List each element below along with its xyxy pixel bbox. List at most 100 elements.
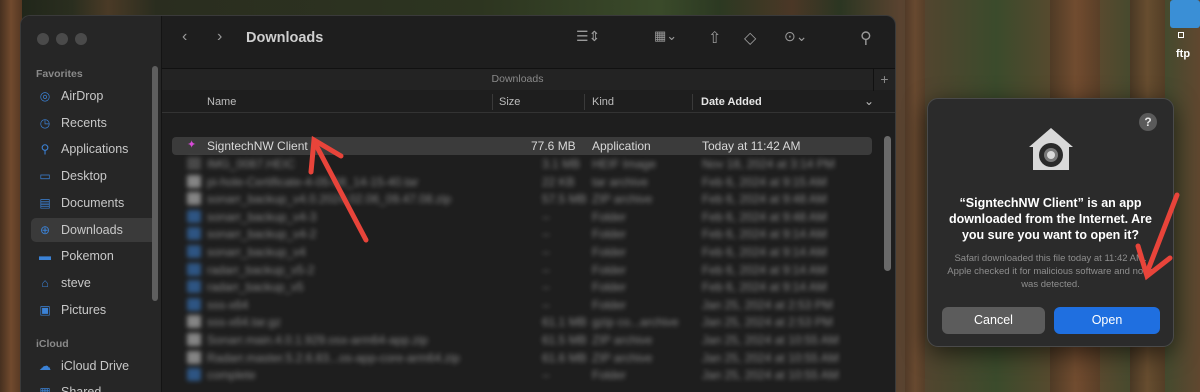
file-size: -- [542,245,550,259]
sidebar-item-applications[interactable]: ⚲ Applications [31,137,158,161]
sidebar-item-pokemon[interactable]: ▬ Pokemon [31,244,158,268]
file-name: sonarr_backup_v4-2 [207,227,317,242]
column-date-added[interactable]: Date Added [701,96,762,108]
file-kind: gzip co...archive [592,315,679,330]
file-row[interactable]: sonarr_backup_v4 -- Folder Feb 6, 2024 at 9… [172,243,872,261]
file-date: Feb 6, 2024 at 9:48 AM [702,209,827,224]
path-tab-label[interactable]: Downloads [162,73,873,85]
file-date: Feb 6, 2024 at 9:14 AM [702,245,827,259]
new-tab-icon[interactable]: + [873,69,895,91]
file-row-selected[interactable]: ✦ SigntechNW Client 77.6 MB Application … [172,137,872,155]
sidebar-item-steve[interactable]: ⌂ steve [31,271,158,295]
clock-icon: ◷ [39,115,51,130]
sidebar-item-label: Applications [61,142,129,157]
back-icon[interactable]: ‹ [182,28,187,46]
list-scrollbar[interactable] [884,136,891,271]
sidebar-item-pictures[interactable]: ▣ Pictures [31,298,158,322]
window-controls [37,33,87,45]
minimize-window-button[interactable] [56,33,68,45]
airdrop-icon: ◎ [39,89,51,103]
sidebar-item-documents[interactable]: ▤ Documents [31,191,158,215]
path-bar: Downloads + [162,68,895,91]
file-row[interactable]: sss-x64.tar.gz 61.1 MB gzip co...archive Ja… [172,313,872,331]
column-size[interactable]: Size [499,96,520,108]
file-list: Name Size Kind Date Added ⌄ ✦ SigntechNW… [162,91,895,392]
file-row[interactable]: sss-x64 -- Folder Jan 25, 2024 at 2:53 PM [172,296,872,314]
file-icon [187,315,201,329]
downloads-icon: ⊕ [39,222,51,237]
sidebar-item-label: Downloads [61,222,123,237]
desktop-ftp-label[interactable]: ftp [1176,48,1190,60]
share-icon[interactable]: ⇧ [708,28,721,48]
group-icon[interactable]: ▦⌄ [654,28,677,44]
file-date: Jan 25, 2024 at 2:53 PM [702,297,833,312]
file-date: Feb 6, 2024 at 9:14 AM [702,262,827,277]
sidebar-item-label: Documents [61,195,125,210]
cloud-icon: ☁ [39,359,51,373]
file-row[interactable]: pi-hole-Certificate-4-05-08_14-15-40.tar… [172,173,872,191]
document-icon: ▤ [39,195,51,210]
file-name: Sonarr.main.4.0.1.929.osx-arm64-app.zip [207,333,428,347]
app-icon: ✦ [187,139,197,151]
close-window-button[interactable] [37,33,49,45]
file-date: Feb 6, 2024 at 9:15 AM [702,174,827,189]
sidebar-scrollbar[interactable] [152,66,158,301]
file-kind: ZIP archive [592,350,653,365]
file-row[interactable]: IMG_0087.HEIC 3.1 MB HEIF Image Nov 18, 202… [172,155,872,173]
file-row[interactable]: radarr_backup_v5 -- Folder Feb 6, 2024 at 9… [172,278,872,296]
file-name: pi-hole-Certificate-4-05-08_14-15-40.tar [207,174,419,189]
sidebar-item-label: Pictures [61,302,107,317]
zoom-window-button[interactable] [75,33,87,45]
desktop-folder-icon[interactable] [1170,0,1200,28]
open-app-dialog: ? “SigntechNW Client” is an app download… [927,98,1174,347]
sidebar-item-label: Desktop [61,169,107,184]
more-actions-icon[interactable]: ⊙⌄ [784,28,807,45]
dialog-title: “SigntechNW Client” is an app downloaded… [948,196,1153,242]
file-date: Feb 6, 2024 at 9:48 AM [702,192,827,207]
file-row[interactable]: sonarr_backup_v4-2 -- Folder Feb 6, 2024 at… [172,225,872,243]
file-row[interactable]: Sonarr.main.4.0.1.929.osx-arm64-app.zip 6… [172,331,872,349]
sidebar-item-icloud-drive[interactable]: ☁ iCloud Drive [31,354,158,378]
file-name: sonarr_backup_v4-3 [207,209,317,224]
sidebar-item-downloads[interactable]: ⊕ Downloads [31,217,158,242]
file-row[interactable]: complete -- Folder Jan 25, 2024 at 10:55 AM [172,366,872,384]
sidebar-item-label: Shared [61,385,102,392]
file-row[interactable]: sonarr_backup_v4.0.2024.02.06_09.47.08.z… [172,190,872,208]
file-date: Feb 6, 2024 at 9:14 AM [702,227,827,242]
sidebar-item-desktop[interactable]: ▭ Desktop [31,164,158,188]
list-view-icon[interactable]: ☰⇕ [576,28,600,45]
folder-icon [187,209,201,223]
file-row[interactable]: radarr_backup_v5-2 -- Folder Feb 6, 2024 at… [172,261,872,279]
file-kind: Folder [592,297,627,312]
sidebar-item-recents[interactable]: ◷ Recents [31,111,158,135]
tag-icon[interactable]: ◇ [744,28,756,48]
file-size: 3.1 MB [542,157,581,171]
file-size: -- [542,368,550,383]
icloud-heading: iCloud [36,338,69,350]
folder-icon: ▬ [39,249,51,264]
sidebar-item-airdrop[interactable]: ◎ AirDrop [31,84,158,108]
file-name: complete [207,368,256,383]
search-icon[interactable]: ⚲ [860,28,872,48]
file-date: Jan 25, 2024 at 2:53 PM [702,315,833,330]
desktop-alias-icon [1178,32,1184,38]
file-kind: Folder [592,227,627,242]
forward-icon[interactable]: › [217,28,222,46]
column-kind[interactable]: Kind [592,96,614,108]
file-kind: ZIP archive [592,333,653,347]
file-kind: ZIP archive [592,192,653,207]
sidebar-item-label: steve [61,275,91,290]
cancel-button[interactable]: Cancel [942,307,1045,334]
sort-chevron-icon[interactable]: ⌄ [864,94,874,108]
open-button[interactable]: Open [1054,307,1160,334]
column-name[interactable]: Name [207,96,236,108]
folder-icon [187,227,201,241]
sidebar-item-shared[interactable]: ▦ Shared [31,380,158,392]
help-button[interactable]: ? [1139,113,1157,131]
folder-icon [187,297,201,311]
file-row[interactable]: Radarr.master.5.2.6.83...os-app-core-arm… [172,349,872,367]
file-date: Jan 25, 2024 at 10:55 AM [702,333,839,347]
toolbar: ‹ › Downloads ☰⇕ ▦⌄ ⇧ ◇ ⊙⌄ ⚲ [162,16,895,62]
file-size: -- [542,280,550,295]
file-row[interactable]: sonarr_backup_v4-3 -- Folder Feb 6, 2024 at… [172,208,872,226]
